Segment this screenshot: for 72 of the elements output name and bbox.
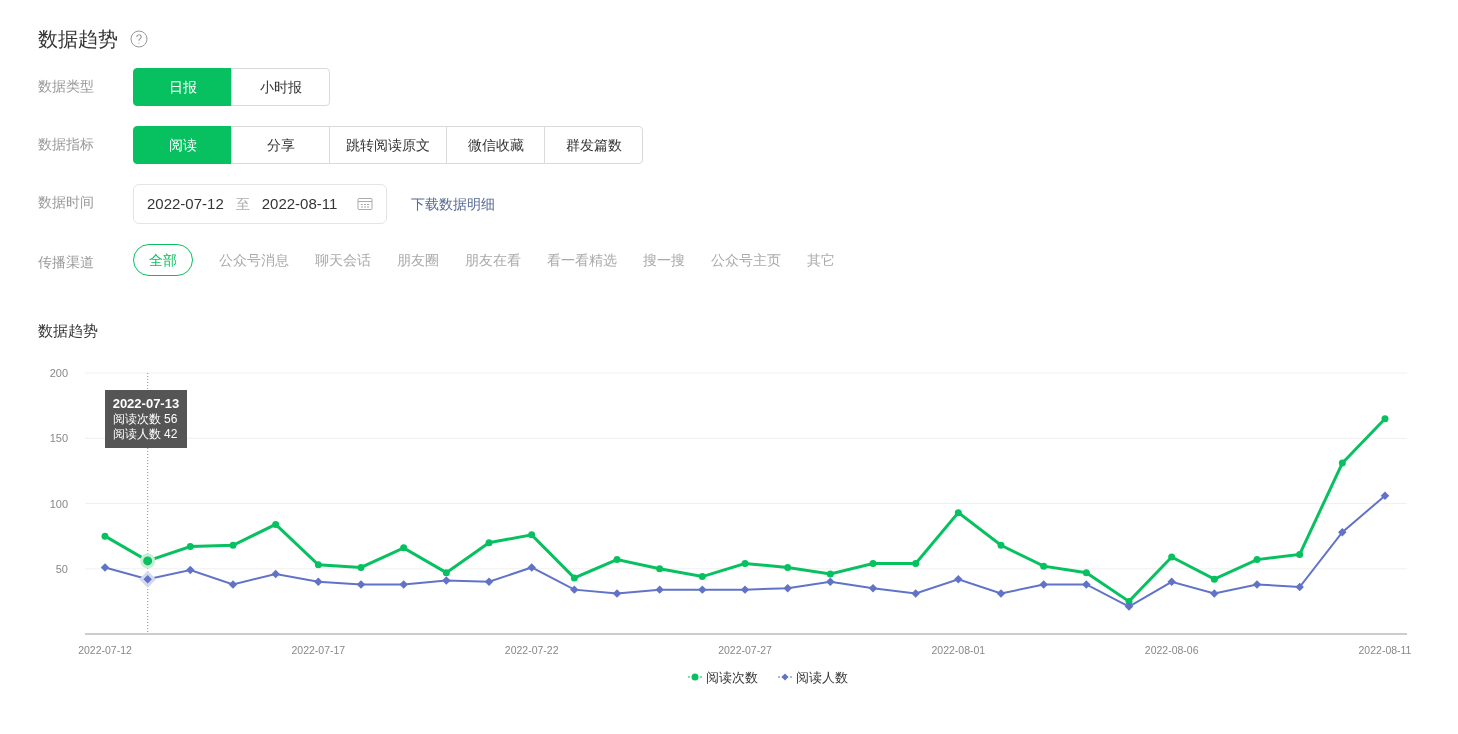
y-tick-label: 100 (49, 497, 68, 509)
calendar-icon (357, 197, 374, 211)
segment-tab[interactable]: 日报 (133, 68, 232, 106)
date-range-field[interactable]: 2022-07-12 至 2022-08-11 (133, 184, 388, 224)
range-separator: 至 (235, 195, 250, 214)
x-tick-label: 2022-07-17 (291, 643, 346, 656)
data-point (442, 575, 451, 585)
help-icon[interactable] (130, 30, 148, 48)
channel-tab[interactable]: 公众号消息 (219, 244, 289, 276)
x-tick-label: 2022-08-01 (931, 643, 986, 656)
chart-tooltip: 2022-07-13 阅读次数 56 阅读人数 42 (104, 389, 188, 448)
segment-tab[interactable]: 阅读 (133, 126, 232, 164)
y-tick-label: 150 (49, 431, 68, 444)
channel-tab[interactable]: 朋友圈 (397, 244, 439, 276)
segment-tab[interactable]: 分享 (231, 126, 330, 164)
start-date: 2022-07-12 (147, 193, 224, 214)
data-point (868, 583, 878, 593)
channel-tab[interactable]: 其它 (807, 244, 835, 276)
x-tick-label: 2022-07-27 (718, 643, 772, 656)
data-point (1039, 579, 1048, 589)
filter-label: 数据类型 (38, 77, 95, 96)
download-link[interactable]: 下载数据明细 (411, 194, 496, 214)
data-point (1124, 601, 1134, 611)
data-point (698, 584, 707, 594)
channel-tab[interactable]: 看一看精选 (547, 244, 617, 276)
data-point (1252, 579, 1262, 589)
data-point (100, 562, 110, 572)
data-point (1082, 579, 1091, 589)
data-point (271, 569, 280, 578)
segment-tab[interactable]: 群发篇数 (544, 126, 643, 164)
x-tick-label: 2022-08-11 (1358, 643, 1412, 656)
data-point (399, 579, 408, 589)
data-point (996, 588, 1006, 598)
segment-tab[interactable]: 小时报 (231, 68, 330, 106)
data-point (228, 579, 238, 589)
data-point (612, 588, 622, 598)
y-tick-label: 200 (49, 366, 68, 379)
legend-label: 阅读次数 (706, 668, 758, 687)
channel-tab[interactable]: 朋友在看 (465, 244, 521, 276)
segment-tab[interactable]: 微信收藏 (446, 126, 545, 164)
data-point (1167, 577, 1176, 586)
y-tick-label: 50 (55, 562, 68, 575)
filter-label: 数据指标 (38, 135, 95, 154)
data-point (783, 583, 792, 593)
data-point (826, 577, 835, 586)
data-point (1295, 582, 1304, 591)
page-title: 数据趋势 (38, 27, 118, 52)
end-date: 2022-08-11 (261, 193, 338, 214)
data-point (356, 579, 366, 589)
x-tick-label: 2022-08-06 (1144, 643, 1199, 656)
data-point (655, 584, 664, 594)
data-point (484, 577, 494, 586)
channel-tab[interactable]: 聊天会话 (315, 244, 371, 276)
channel-tab[interactable]: 公众号主页 (711, 244, 781, 276)
data-point (527, 562, 536, 572)
data-point (740, 584, 750, 594)
data-point (1380, 490, 1390, 500)
x-tick-label: 2022-07-12 (78, 643, 132, 656)
data-point (570, 584, 579, 594)
channel-tab[interactable]: 搜一搜 (643, 244, 685, 276)
filter-label: 数据时间 (38, 193, 95, 212)
data-point (911, 588, 920, 598)
segment-tab[interactable]: 跳转阅读原文 (329, 126, 447, 164)
filter-label: 传播渠道 (38, 253, 95, 272)
x-tick-label: 2022-07-22 (504, 643, 559, 656)
chart-heading: 数据趋势 (38, 321, 99, 341)
data-point (1338, 527, 1347, 536)
data-point (314, 577, 323, 586)
data-point (186, 565, 195, 574)
legend-label: 阅读人数 (796, 668, 848, 687)
data-point (1210, 588, 1219, 598)
data-point (954, 574, 963, 583)
